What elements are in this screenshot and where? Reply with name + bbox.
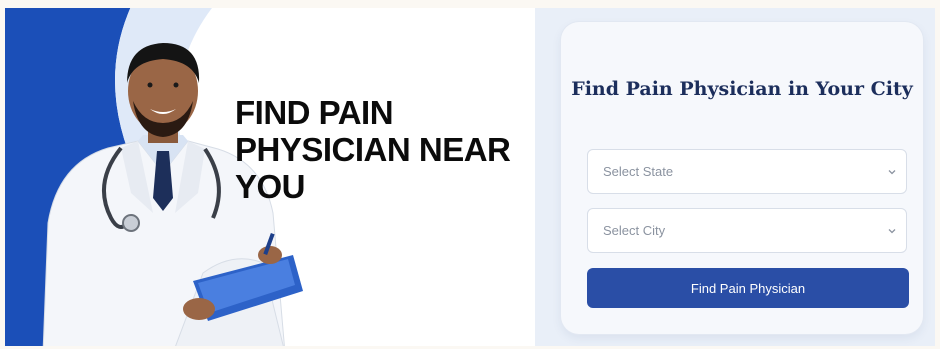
find-pain-physician-button[interactable]: Find Pain Physician bbox=[587, 268, 909, 308]
physician-search-card: Find Pain Physician in Your City Select … bbox=[561, 22, 923, 334]
city-select-placeholder: Select City bbox=[603, 223, 666, 238]
city-select[interactable]: Select City bbox=[587, 208, 907, 253]
hero-headline: FIND PAIN PHYSICIAN NEAR YOU bbox=[235, 94, 535, 205]
state-select[interactable]: Select State bbox=[587, 149, 907, 194]
hero-headline-line-2: PHYSICIAN NEAR bbox=[235, 131, 511, 168]
hero-headline-line-1: FIND PAIN bbox=[235, 94, 394, 131]
hero-headline-line-3: YOU bbox=[235, 168, 306, 205]
page-stage: FIND PAIN PHYSICIAN NEAR YOU Find Pain P… bbox=[5, 8, 935, 346]
chevron-down-icon bbox=[888, 170, 896, 175]
search-card-title: Find Pain Physician in Your City bbox=[571, 78, 913, 100]
hero-banner: FIND PAIN PHYSICIAN NEAR YOU bbox=[5, 8, 535, 346]
chevron-down-icon bbox=[888, 229, 896, 234]
state-select-placeholder: Select State bbox=[603, 164, 674, 179]
